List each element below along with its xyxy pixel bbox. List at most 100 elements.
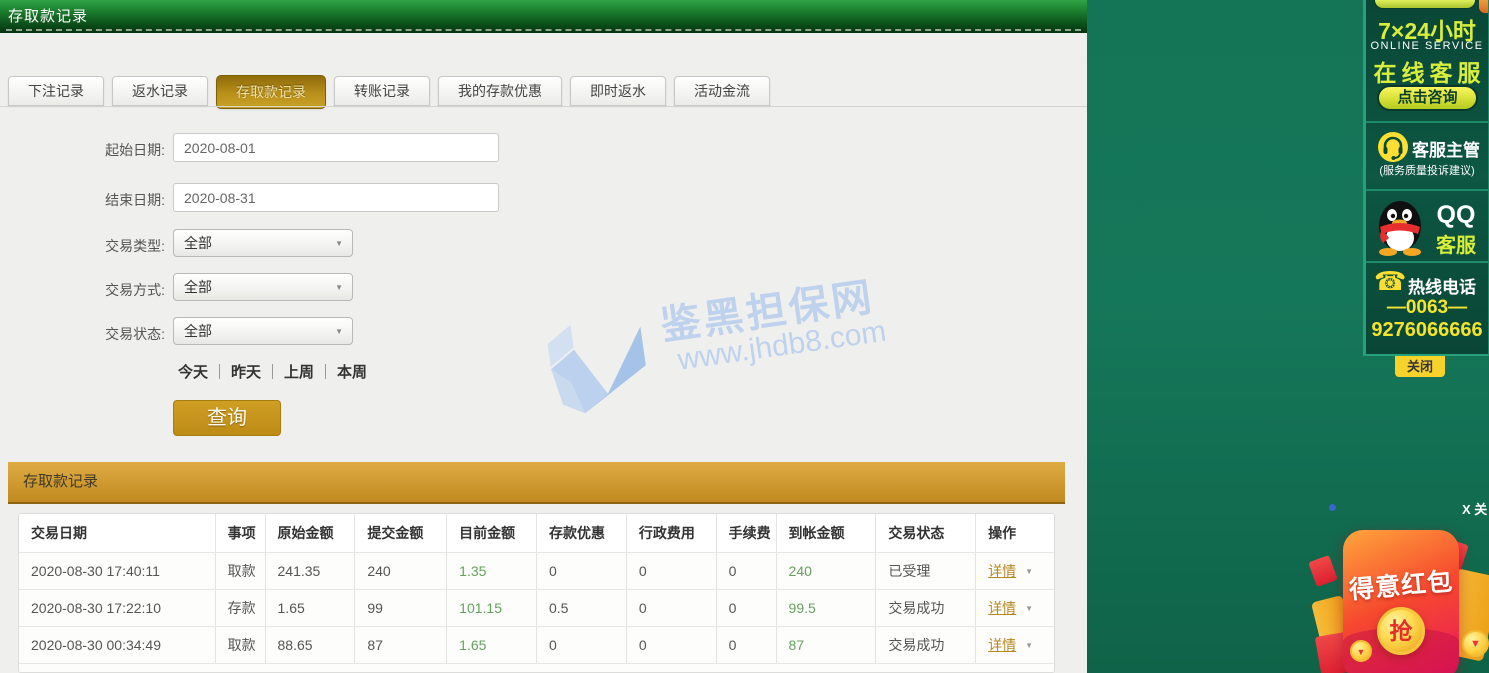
col-header: 行政费用 [627,514,717,552]
service-manager-text: 客服主管 [1412,136,1480,161]
qq-label[interactable]: QQ [1426,201,1486,230]
transaction-method-value: 全部 [184,279,212,295]
tab-bet-records[interactable]: 下注记录 [8,76,104,106]
end-date-input[interactable] [173,183,499,212]
cell-submitted: 240 [355,553,447,589]
watermark: 鉴黑担保网 www.jhdb8.com [529,248,967,465]
chevron-down-icon[interactable]: ▼ [1025,567,1033,576]
cell-bonus: 0.5 [537,590,627,626]
records-table: 交易日期 事项 原始金额 提交金额 目前金额 存款优惠 行政费用 手续费 到帐金… [18,513,1055,673]
col-header: 到帐金额 [777,514,877,552]
cell-date: 2020-08-30 00:34:49 [19,627,216,663]
col-header: 原始金额 [266,514,356,552]
end-date-label: 结束日期: [0,190,165,210]
divider [1366,261,1488,263]
page-title: 存取款记录 [8,5,88,26]
watermark-text: 鉴黑担保网 [656,264,877,351]
header-dashed-divider [6,29,1081,31]
cell-bonus: 0 [537,627,627,663]
cell-arrival: 240 [777,553,877,589]
transaction-status-label: 交易状态: [0,324,165,344]
cell-status: 交易成功 [876,590,976,626]
detail-link[interactable]: 详情 [988,598,1016,618]
table-row: 2020-08-30 17:22:10存款1.6599101.150.50099… [19,590,1054,627]
hotline-number-prefix: —0063— [1366,297,1488,319]
tab-deposit-withdraw-records[interactable]: 存取款记录 [216,75,326,109]
transaction-type-select[interactable]: 全部 ▼ [173,229,353,257]
watermark-logo-icon [536,311,666,441]
cell-original: 88.65 [266,627,356,663]
cell-bonus: 0 [537,553,627,589]
transaction-type-value: 全部 [184,235,212,251]
start-date-label: 起始日期: [0,140,165,160]
promo-close-button[interactable]: X 关 [1462,499,1487,518]
cell-fee: 0 [717,590,777,626]
table-row: 2020-08-30 17:40:11取款241.352401.35000240… [19,553,1054,590]
cell-date: 2020-08-30 17:22:10 [19,590,216,626]
table-row-partial [19,664,1054,673]
customer-service-panel: 7×24小时 ONLINE SERVICE 在线客服 点击咨询 客服主管 (服务… [1363,0,1489,356]
table-row: 2020-08-30 00:34:49取款88.65871.6500087交易成… [19,627,1054,664]
quick-link-last-week[interactable]: 上周 [284,361,314,382]
grab-button[interactable]: 抢 [1377,607,1425,655]
chevron-down-icon[interactable]: ▼ [1025,604,1033,613]
transaction-status-select[interactable]: 全部 ▼ [173,317,353,345]
col-header: 事项 [216,514,266,552]
divider [219,364,220,379]
transaction-type-label: 交易类型: [0,236,165,256]
main-content: 存取款记录 下注记录 返水记录 存取款记录 转账记录 我的存款优惠 即时返水 活… [0,0,1087,673]
detail-link[interactable]: 详情 [988,635,1016,655]
col-header: 交易日期 [19,514,216,552]
tab-my-deposit-bonus[interactable]: 我的存款优惠 [438,76,562,106]
tab-activity-flow[interactable]: 活动金流 [674,76,770,106]
page-root: 存取款记录 下注记录 返水记录 存取款记录 转账记录 我的存款优惠 即时返水 活… [0,0,1489,673]
cell-arrival: 87 [777,627,877,663]
quick-link-yesterday[interactable]: 昨天 [231,361,261,382]
query-button[interactable]: 查询 [173,400,281,436]
quick-date-links: 今天 昨天 上周 本周 [178,361,367,382]
detail-link[interactable]: 详情 [988,561,1016,581]
cell-type: 取款 [216,627,266,663]
cell-admin_fee: 0 [627,590,717,626]
decoration-dot [1329,504,1336,511]
tab-transfer-records[interactable]: 转账记录 [334,76,430,106]
gold-coin-icon: ▼ [1350,640,1372,662]
col-header: 目前金额 [447,514,537,552]
tab-rebate-records[interactable]: 返水记录 [112,76,208,106]
promo-title: 得意红包 [1342,561,1461,607]
online-service-text: ONLINE SERVICE [1366,40,1488,52]
qq-cs-label[interactable]: 客服 [1426,229,1486,258]
col-header: 提交金额 [355,514,447,552]
tab-instant-rebate[interactable]: 即时返水 [570,76,666,106]
start-date-input[interactable] [173,133,499,162]
divider [1366,121,1488,123]
gold-coin-icon: ▼ [1462,630,1489,657]
panel-top-pill [1374,0,1476,9]
quick-link-this-week[interactable]: 本周 [337,361,367,382]
headset-icon [1377,131,1409,163]
panel-close-button[interactable]: 关闭 [1395,356,1445,377]
tab-divider [0,106,1087,107]
tab-bar: 下注记录 返水记录 存取款记录 转账记录 我的存款优惠 即时返水 活动金流 [8,76,770,109]
table-header-row: 交易日期 事项 原始金额 提交金额 目前金额 存款优惠 行政费用 手续费 到帐金… [19,514,1054,553]
section-header: 存取款记录 [8,462,1065,504]
chevron-down-icon[interactable]: ▼ [1025,641,1033,650]
service-manager-subtext: (服务质量投诉建议) [1366,162,1488,178]
divider [272,364,273,379]
page-header: 存取款记录 [0,0,1087,33]
cell-current: 1.35 [447,553,537,589]
qq-icon[interactable] [1372,198,1428,256]
transaction-method-select[interactable]: 全部 ▼ [173,273,353,301]
divider [325,364,326,379]
cell-actions: 详情 ▼ [976,590,1054,626]
cell-actions: 详情 ▼ [976,553,1054,589]
col-header: 手续费 [717,514,777,552]
quick-link-today[interactable]: 今天 [178,361,208,382]
col-header: 存款优惠 [537,514,627,552]
cell-fee: 0 [717,553,777,589]
consult-button[interactable]: 点击咨询 [1377,85,1478,111]
watermark-url: www.jhdb8.com [676,315,889,378]
cell-type: 取款 [216,553,266,589]
cell-status: 交易成功 [876,627,976,663]
transaction-status-value: 全部 [184,323,212,339]
